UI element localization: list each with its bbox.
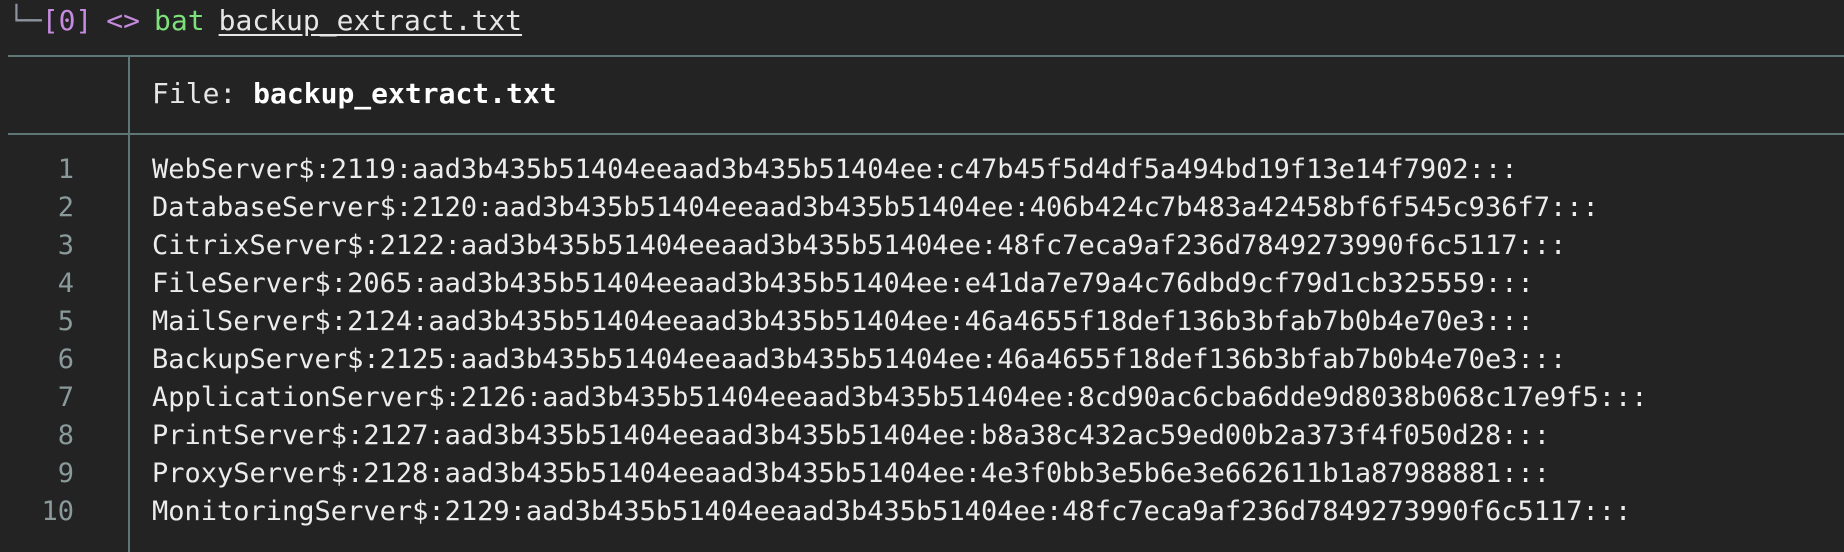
command-argument[interactable]: backup_extract.txt <box>219 4 522 37</box>
prompt-corner: └─ <box>8 3 42 37</box>
file-header-label: File: <box>152 76 254 110</box>
file-line: 2 DatabaseServer$:2120:aad3b435b51404eeaa… <box>0 188 1844 226</box>
line-number: 5 <box>57 305 74 337</box>
line-number: 8 <box>57 419 74 451</box>
line-text: MonitoringServer$:2129:aad3b435b51404eea… <box>152 495 1632 527</box>
file-line: 6 BackupServer$:2125:aad3b435b51404eeaad3… <box>0 340 1844 378</box>
line-text: ApplicationServer$:2126:aad3b435b51404ee… <box>152 381 1648 413</box>
line-text: WebServer$:2119:aad3b435b51404eeaad3b435… <box>152 153 1518 185</box>
header-top-divider <box>8 55 1844 57</box>
file-line: 3 CitrixServer$:2122:aad3b435b51404eeaad3… <box>0 226 1844 264</box>
file-line: 7 ApplicationServer$:2126:aad3b435b51404e… <box>0 378 1844 416</box>
line-text: FileServer$:2065:aad3b435b51404eeaad3b43… <box>152 267 1534 299</box>
file-line: 9 ProxyServer$:2128:aad3b435b51404eeaad3b… <box>0 454 1844 492</box>
line-text: ProxyServer$:2128:aad3b435b51404eeaad3b4… <box>152 457 1550 489</box>
line-text: PrintServer$:2127:aad3b435b51404eeaad3b4… <box>152 419 1550 451</box>
file-line: 5 MailServer$:2124:aad3b435b51404eeaad3b4… <box>0 302 1844 340</box>
file-line: 1 WebServer$:2119:aad3b435b51404eeaad3b43… <box>0 150 1844 188</box>
line-number: 7 <box>57 381 74 413</box>
line-text: MailServer$:2124:aad3b435b51404eeaad3b43… <box>152 305 1534 337</box>
prompt-index: [0] <box>41 3 93 37</box>
line-text: BackupServer$:2125:aad3b435b51404eeaad3b… <box>152 343 1567 375</box>
file-line: 8 PrintServer$:2127:aad3b435b51404eeaad3b… <box>0 416 1844 454</box>
file-header: File: backup_extract.txt <box>152 72 557 114</box>
line-text: CitrixServer$:2122:aad3b435b51404eeaad3b… <box>152 229 1567 261</box>
prompt-symbol-icon: <> <box>106 3 141 37</box>
line-number: 4 <box>57 267 74 299</box>
file-content: 1 WebServer$:2119:aad3b435b51404eeaad3b43… <box>0 150 1844 530</box>
line-text: DatabaseServer$:2120:aad3b435b51404eeaad… <box>152 191 1599 223</box>
file-line: 4 FileServer$:2065:aad3b435b51404eeaad3b4… <box>0 264 1844 302</box>
shell-prompt: └─ [0] <> bat backup_extract.txt <box>8 0 522 40</box>
line-number: 9 <box>57 457 74 489</box>
command-name: bat <box>154 3 205 37</box>
line-number: 6 <box>57 343 74 375</box>
file-header-name: backup_extract.txt <box>253 76 557 110</box>
line-number: 2 <box>57 191 74 223</box>
file-line: 10 MonitoringServer$:2129:aad3b435b51404e… <box>0 492 1844 530</box>
line-number: 3 <box>57 229 74 261</box>
header-bottom-divider <box>8 133 1844 135</box>
line-number: 10 <box>41 495 74 527</box>
line-number: 1 <box>57 153 74 185</box>
